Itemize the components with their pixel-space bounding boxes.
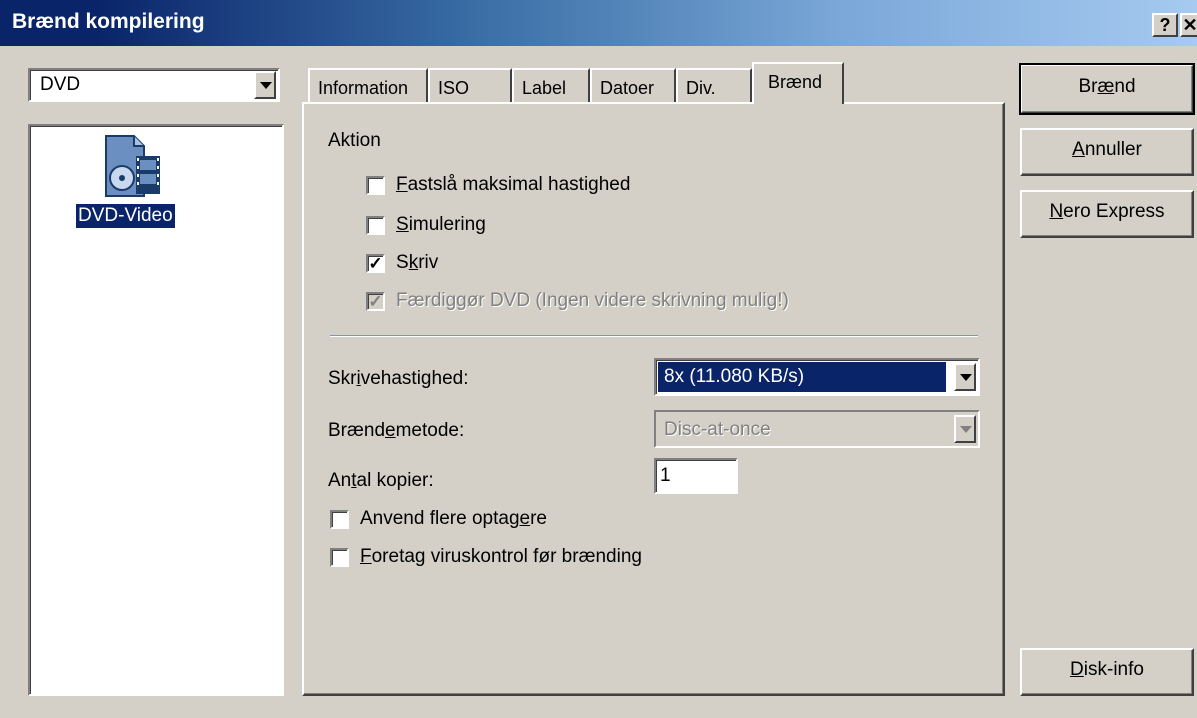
tab-div[interactable]: Div. xyxy=(676,68,752,102)
multiple-recorders-label: Anvend flere optagere xyxy=(360,508,547,529)
disk-info-button[interactable]: Disk-info xyxy=(1020,648,1194,696)
write-label: Skriv xyxy=(396,252,439,273)
cancel-button[interactable]: Annuller xyxy=(1020,128,1194,176)
compilation-type-value: DVD xyxy=(40,74,81,95)
burn-method-label: Brændemetode: xyxy=(328,420,465,441)
virus-check-checkbox[interactable] xyxy=(330,548,349,567)
write-speed-combo[interactable]: 8x (11.080 KB/s) xyxy=(654,358,980,396)
chevron-down-icon xyxy=(954,415,976,443)
chevron-down-icon[interactable] xyxy=(254,71,276,99)
write-checkbox[interactable]: ✓ xyxy=(366,254,385,273)
copies-input[interactable]: 1 xyxy=(654,458,738,494)
separator xyxy=(330,335,978,337)
burn-button[interactable]: Brænd xyxy=(1019,63,1195,115)
tab-datoer[interactable]: Datoer xyxy=(590,68,676,102)
max-speed-label: Fastslå maksimal hastighed xyxy=(396,174,631,195)
copies-label: Antal kopier: xyxy=(328,470,434,491)
simulation-checkbox[interactable] xyxy=(366,216,385,235)
close-button[interactable]: ✕ xyxy=(1180,13,1197,37)
nero-express-button[interactable]: Nero Express xyxy=(1020,190,1194,238)
burn-method-value: Disc-at-once xyxy=(664,419,771,440)
write-speed-label: Skrivehastighed: xyxy=(328,368,469,389)
virus-check-label: Foretag viruskontrol før brænding xyxy=(360,546,642,567)
window-title: Brænd kompilering xyxy=(12,10,205,33)
tab-information[interactable]: Information xyxy=(308,68,428,102)
tab-label[interactable]: Label xyxy=(512,68,590,102)
burn-method-combo: Disc-at-once xyxy=(654,410,980,448)
chevron-down-icon[interactable] xyxy=(954,363,976,391)
max-speed-checkbox[interactable] xyxy=(366,176,385,195)
dvd-video-icon[interactable] xyxy=(100,134,170,202)
compilation-type-combo[interactable]: DVD xyxy=(28,68,280,102)
simulation-label: Simulering xyxy=(396,214,486,235)
finalize-dvd-label: Færdiggør DVD (Ingen videre skrivning mu… xyxy=(396,290,789,311)
tab-iso[interactable]: ISO xyxy=(428,68,512,102)
action-group-label: Aktion xyxy=(328,130,381,151)
help-button[interactable]: ? xyxy=(1152,13,1178,37)
finalize-dvd-checkbox: ✓ xyxy=(366,292,385,311)
tab-braend[interactable]: Brænd xyxy=(752,62,844,104)
compilation-list[interactable]: DVD-Video xyxy=(28,124,284,696)
dvd-video-label[interactable]: DVD-Video xyxy=(75,203,176,229)
write-speed-value: 8x (11.080 KB/s) xyxy=(658,362,946,392)
copies-value: 1 xyxy=(660,465,671,486)
multiple-recorders-checkbox[interactable] xyxy=(330,510,349,529)
